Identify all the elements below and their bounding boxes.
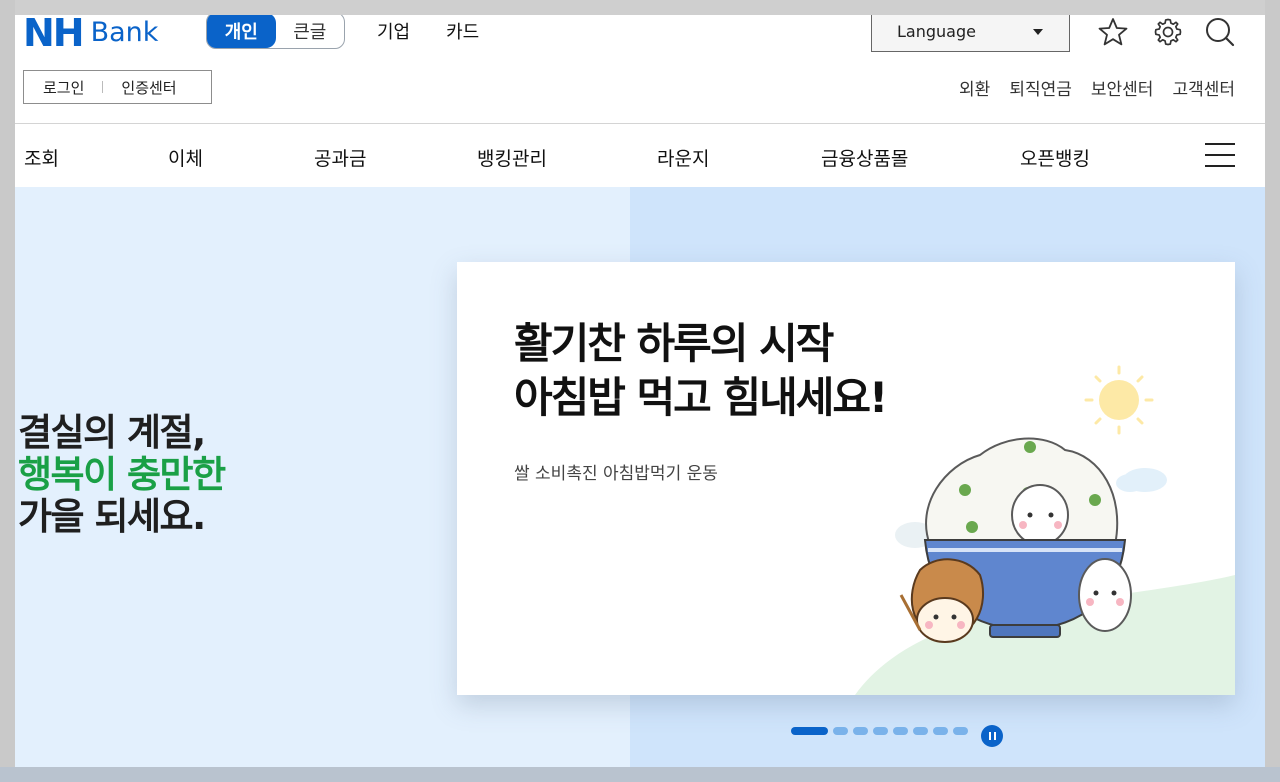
pause-icon[interactable]	[981, 725, 1003, 747]
carousel-dot[interactable]	[893, 727, 908, 735]
top-nav: 기업 카드	[377, 15, 479, 47]
login-box: 로그인 인증센터	[23, 70, 212, 104]
star-icon	[1098, 18, 1128, 46]
favorites-button[interactable]	[1096, 15, 1130, 49]
tab-personal[interactable]: 개인	[207, 15, 276, 48]
rice-bowl-illustration	[855, 365, 1235, 695]
search-button[interactable]	[1203, 15, 1237, 49]
carousel-dot[interactable]	[791, 727, 828, 735]
util-customer-center[interactable]: 고객센터	[1172, 75, 1235, 100]
carousel-dot[interactable]	[853, 727, 868, 735]
logo-nh-text: NH	[23, 15, 85, 55]
carousel-indicators	[791, 727, 968, 735]
main-nav-financial-mall[interactable]: 금융상품몰	[821, 144, 908, 171]
language-select[interactable]: Language	[871, 15, 1070, 52]
menu-icon[interactable]	[1205, 143, 1235, 167]
hero-slogan: 결실의 계절, 행복이 충만한 가을 되세요.	[18, 411, 226, 538]
top-nav-card[interactable]: 카드	[446, 18, 479, 44]
carousel-dot[interactable]	[933, 727, 948, 735]
cert-center-link[interactable]: 인증센터	[121, 77, 176, 98]
window-frame-left	[0, 0, 15, 782]
window-frame-bottom	[0, 767, 1280, 782]
main-nav-banking-management[interactable]: 뱅킹관리	[477, 144, 547, 171]
divider	[102, 81, 104, 93]
login-link[interactable]: 로그인	[43, 77, 84, 98]
main-nav-utility-bills[interactable]: 공과금	[314, 144, 366, 171]
logo-bank-text: Bank	[90, 17, 159, 48]
top-nav-corporate[interactable]: 기업	[377, 18, 410, 44]
nh-bank-logo[interactable]: NH Bank	[23, 15, 159, 55]
sun-icon	[1084, 365, 1154, 435]
language-select-label: Language	[897, 21, 976, 41]
slogan-line-2: 행복이 충만한	[18, 453, 226, 496]
util-security-center[interactable]: 보안센터	[1091, 75, 1154, 100]
promo-banner-card[interactable]: 활기찬 하루의 시작 아침밥 먹고 힘내세요! 쌀 소비촉진 아침밥먹기 운동	[457, 262, 1235, 695]
caret-down-icon	[1033, 29, 1043, 35]
window-frame-top	[0, 0, 1280, 15]
util-pension[interactable]: 퇴직연금	[1009, 75, 1072, 100]
page: NH Bank 개인 큰글 기업 카드 Language 로그인 인증센터 외환…	[15, 15, 1265, 767]
slogan-line-3: 가을 되세요.	[18, 495, 206, 538]
utility-nav: 외환 퇴직연금 보안센터 고객센터	[959, 75, 1235, 100]
hero-banner: 결실의 계절, 행복이 충만한 가을 되세요. 활기찬 하루의 시작 아침밥 먹…	[15, 187, 1265, 767]
main-nav-transfer[interactable]: 이체	[168, 144, 203, 171]
main-nav-inquiry[interactable]: 조회	[24, 144, 59, 171]
personal-largefont-toggle: 개인 큰글	[206, 15, 345, 49]
carousel-dot[interactable]	[873, 727, 888, 735]
slogan-line-1: 결실의 계절,	[18, 411, 206, 454]
banner-subtitle: 쌀 소비촉진 아침밥먹기 운동	[514, 464, 718, 484]
window-frame-right	[1265, 0, 1280, 782]
carousel-dot[interactable]	[913, 727, 928, 735]
main-nav-lounge[interactable]: 라운지	[657, 144, 709, 171]
carousel-dot[interactable]	[953, 727, 968, 735]
tab-large-font[interactable]: 큰글	[276, 15, 345, 48]
gear-icon	[1154, 18, 1182, 46]
carousel-dot[interactable]	[833, 727, 848, 735]
settings-button[interactable]	[1151, 15, 1185, 49]
search-icon	[1206, 18, 1235, 47]
main-nav-open-banking[interactable]: 오픈뱅킹	[1020, 144, 1090, 171]
util-forex[interactable]: 외환	[959, 75, 990, 100]
main-nav: 조회 이체 공과금 뱅킹관리 라운지 금융상품몰 오픈뱅킹	[15, 124, 1265, 187]
